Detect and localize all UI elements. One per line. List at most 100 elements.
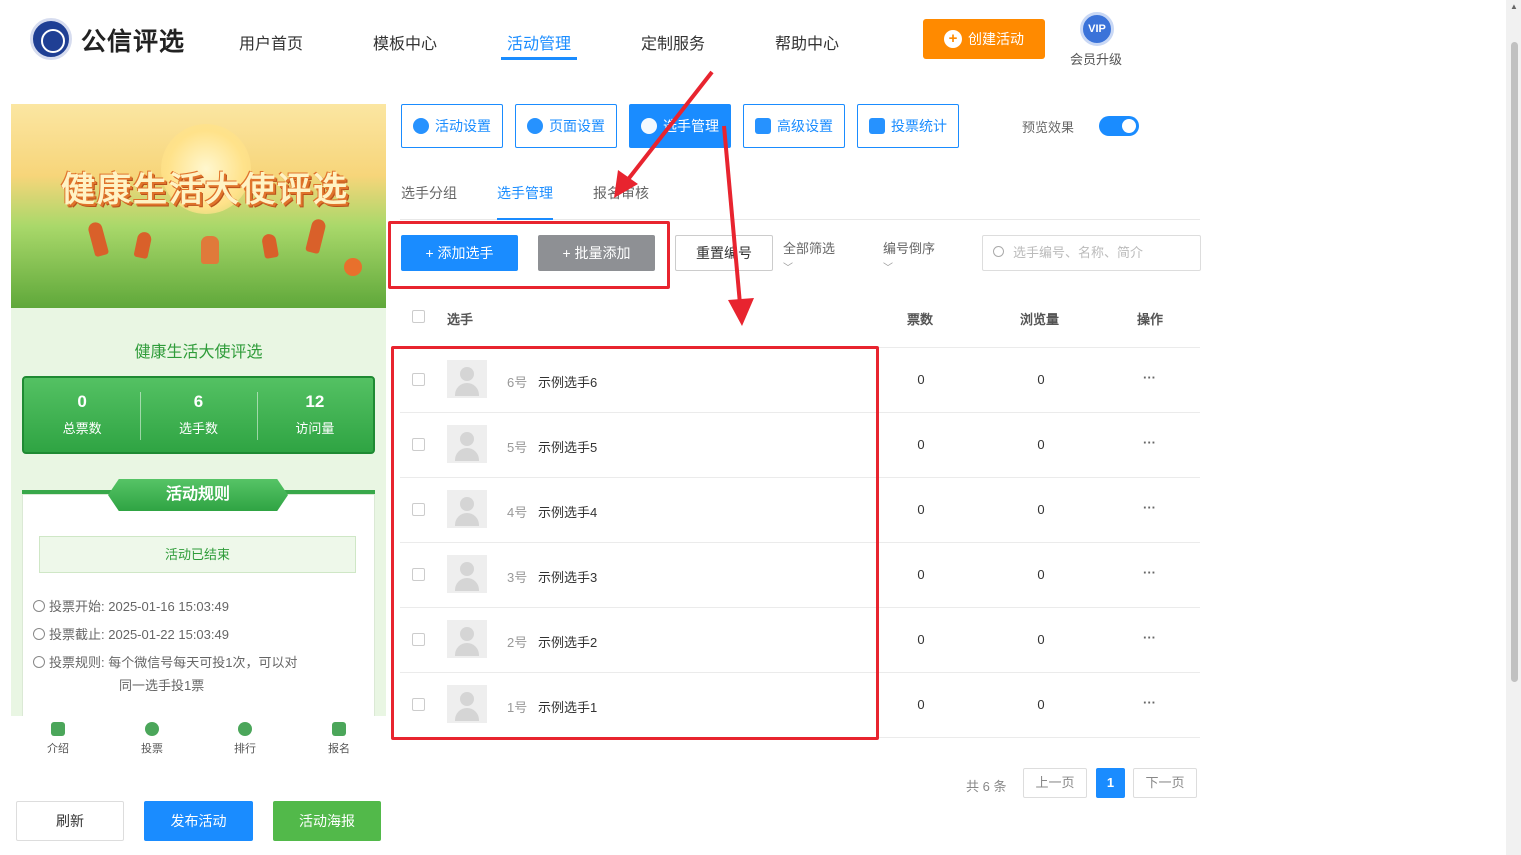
table-row[interactable]: 5号 示例选手5 0 0 ··· bbox=[400, 413, 1200, 477]
settings-tab-label: 页面设置 bbox=[549, 118, 605, 134]
preview-activity-title: 健康生活大使评选 bbox=[134, 344, 263, 361]
stat-label: 总票数 bbox=[62, 421, 102, 436]
tab-contestant-management[interactable]: 选手管理 bbox=[497, 183, 553, 203]
sort-select[interactable]: 编号倒序 ﹀ bbox=[883, 238, 935, 274]
contestant-name[interactable]: 示例选手4 bbox=[538, 502, 597, 521]
chevron-down-icon: ﹀ bbox=[783, 263, 793, 274]
contestant-name[interactable]: 示例选手5 bbox=[538, 437, 597, 456]
row-checkbox[interactable] bbox=[412, 438, 425, 451]
contestant-name[interactable]: 示例选手6 bbox=[538, 372, 597, 391]
runner-figure bbox=[86, 220, 110, 258]
stat-visits: 12 访问量 bbox=[256, 378, 373, 452]
more-actions-icon[interactable]: ··· bbox=[1143, 370, 1156, 385]
preview-toggle-label: 预览效果 bbox=[1022, 120, 1075, 135]
filter-select[interactable]: 全部筛选 ﹀ bbox=[783, 238, 835, 274]
preview-tab-ranking[interactable]: 排行 bbox=[225, 722, 265, 756]
tab-signup-review[interactable]: 报名审核 bbox=[593, 183, 649, 203]
filter-select-value: 全部筛选 bbox=[783, 241, 836, 256]
row-checkbox[interactable] bbox=[412, 503, 425, 516]
table-row[interactable]: 6号 示例选手6 0 0 ··· bbox=[400, 348, 1200, 412]
rules-title: 活动规则 bbox=[108, 479, 288, 511]
preview-tab-label: 投票 bbox=[141, 743, 163, 755]
annotation-arrowhead bbox=[728, 298, 754, 326]
contestant-number: 4号 bbox=[507, 505, 528, 520]
select-all-checkbox[interactable] bbox=[412, 310, 425, 323]
preview-tab-vote[interactable]: 投票 bbox=[132, 722, 172, 756]
nav-templates[interactable]: 模板中心 bbox=[373, 30, 437, 54]
scroll-up-arrow-icon[interactable]: ▲ bbox=[1510, 2, 1518, 11]
stat-contestants: 6 选手数 bbox=[140, 378, 256, 452]
contestant-name[interactable]: 示例选手3 bbox=[538, 567, 597, 586]
scrollbar-thumb[interactable] bbox=[1511, 42, 1518, 682]
more-actions-icon[interactable]: ··· bbox=[1143, 500, 1156, 515]
more-actions-icon[interactable]: ··· bbox=[1143, 695, 1156, 710]
nav-activity-management[interactable]: 活动管理 bbox=[507, 30, 571, 54]
contestant-management-button[interactable]: 选手管理 bbox=[629, 104, 731, 148]
contestant-number: 5号 bbox=[507, 440, 528, 455]
search-input[interactable]: 选手编号、名称、简介 bbox=[982, 235, 1201, 271]
preview-tab-signup[interactable]: 报名 bbox=[319, 722, 359, 756]
publish-activity-button[interactable]: 发布活动 bbox=[144, 801, 253, 841]
create-activity-button[interactable]: + 创建活动 bbox=[923, 19, 1045, 59]
column-views: 浏览量 bbox=[1020, 312, 1060, 327]
page-settings-button[interactable]: 页面设置 bbox=[515, 104, 617, 148]
contestant-name[interactable]: 示例选手1 bbox=[538, 697, 597, 716]
page-1-button[interactable]: 1 bbox=[1096, 768, 1125, 798]
vote-statistics-button[interactable]: 投票统计 bbox=[857, 104, 959, 148]
prev-page-button[interactable]: 上一页 bbox=[1023, 768, 1087, 798]
settings-tab-label: 高级设置 bbox=[777, 118, 833, 134]
preview-tab-intro[interactable]: 介绍 bbox=[38, 722, 78, 756]
more-actions-icon[interactable]: ··· bbox=[1143, 435, 1156, 450]
renumber-button[interactable]: 重置编号 bbox=[675, 235, 773, 271]
stat-value: 12 bbox=[305, 392, 325, 411]
pagination-total: 共 6 条 bbox=[966, 779, 1007, 794]
activity-settings-button[interactable]: 活动设置 bbox=[401, 104, 503, 148]
mobile-preview: 健康生活大使评选 健康生活大使评选 0 总票数 6 选手数 12 访问量 活动规… bbox=[11, 104, 386, 716]
batch-add-button[interactable]: + 批量添加 bbox=[538, 235, 655, 271]
settings-tab-label: 活动设置 bbox=[435, 118, 491, 134]
vip-upgrade-link[interactable]: 会员升级 bbox=[1070, 49, 1122, 68]
row-checkbox[interactable] bbox=[412, 568, 425, 581]
more-actions-icon[interactable]: ··· bbox=[1143, 565, 1156, 580]
banner-title: 健康生活大使评选 bbox=[61, 171, 349, 209]
preview-tab-label: 介绍 bbox=[47, 743, 69, 755]
views-value: 0 bbox=[1037, 372, 1045, 387]
views-value: 0 bbox=[1037, 697, 1045, 712]
activity-poster-button[interactable]: 活动海报 bbox=[273, 801, 381, 841]
table-row[interactable]: 1号 示例选手1 0 0 ··· bbox=[400, 673, 1200, 737]
table-row[interactable]: 3号 示例选手3 0 0 ··· bbox=[400, 543, 1200, 607]
table-row[interactable]: 4号 示例选手4 0 0 ··· bbox=[400, 478, 1200, 542]
logo-icon[interactable] bbox=[30, 18, 72, 60]
more-actions-icon[interactable]: ··· bbox=[1143, 630, 1156, 645]
nav-help-center[interactable]: 帮助中心 bbox=[775, 30, 839, 54]
row-checkbox[interactable] bbox=[412, 633, 425, 646]
logo-text[interactable]: 公信评选 bbox=[81, 22, 185, 58]
chevron-down-icon: ﹀ bbox=[883, 263, 893, 274]
row-checkbox[interactable] bbox=[412, 698, 425, 711]
batch-add-label: 批量添加 bbox=[574, 245, 631, 261]
clock-icon bbox=[33, 628, 45, 640]
next-page-button[interactable]: 下一页 bbox=[1133, 768, 1197, 798]
vip-icon[interactable]: VIP bbox=[1080, 12, 1114, 46]
avatar bbox=[447, 555, 487, 593]
stat-total-votes: 0 总票数 bbox=[24, 378, 140, 452]
star-icon bbox=[413, 118, 429, 134]
stat-label: 访问量 bbox=[295, 421, 335, 436]
contestant-name[interactable]: 示例选手2 bbox=[538, 632, 597, 651]
preview-toggle[interactable] bbox=[1099, 116, 1139, 136]
nav-home[interactable]: 用户首页 bbox=[239, 30, 303, 54]
nav-custom-service[interactable]: 定制服务 bbox=[641, 30, 705, 54]
settings-tab-label: 投票统计 bbox=[891, 118, 947, 134]
avatar bbox=[447, 490, 487, 528]
votes-value: 0 bbox=[917, 437, 925, 452]
edit-icon bbox=[332, 722, 346, 736]
add-contestant-button[interactable]: + 添加选手 bbox=[401, 235, 518, 271]
vote-start-value: 2025-01-16 15:03:49 bbox=[108, 599, 229, 614]
row-checkbox[interactable] bbox=[412, 373, 425, 386]
advanced-settings-button[interactable]: 高级设置 bbox=[743, 104, 845, 148]
refresh-button[interactable]: 刷新 bbox=[16, 801, 124, 841]
search-icon bbox=[993, 246, 1004, 257]
add-contestant-label: 添加选手 bbox=[437, 245, 494, 261]
table-row[interactable]: 2号 示例选手2 0 0 ··· bbox=[400, 608, 1200, 672]
tab-contestant-groups[interactable]: 选手分组 bbox=[401, 183, 457, 203]
